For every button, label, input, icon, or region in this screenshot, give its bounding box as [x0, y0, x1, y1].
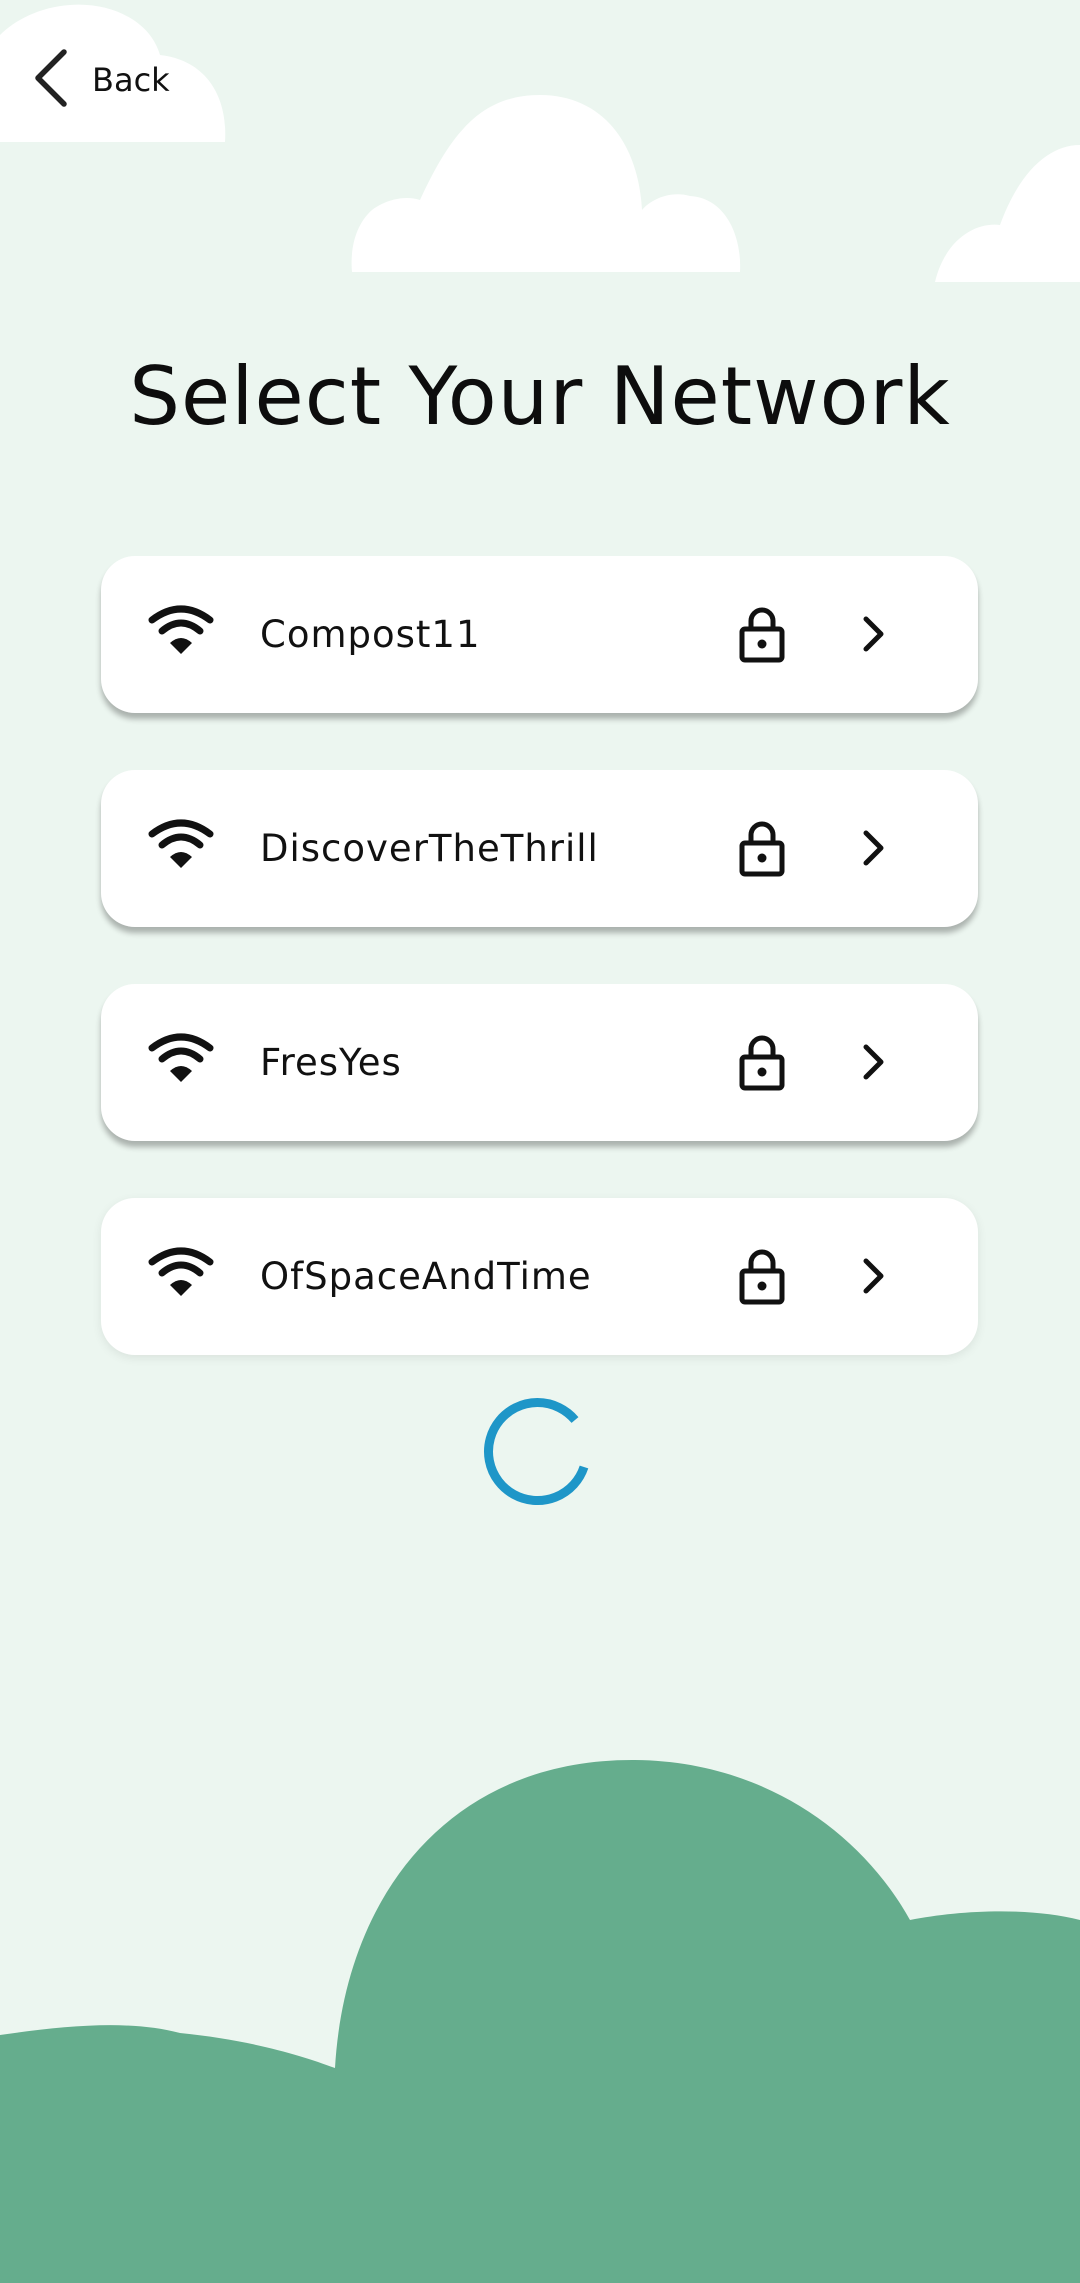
network-name: FresYes	[260, 1041, 402, 1084]
lock-icon	[738, 1246, 786, 1310]
network-list: Compost11 DiscoverTheThrill FresYes OfSp…	[101, 556, 978, 1412]
chevron-right-icon	[861, 615, 887, 657]
wifi-icon	[148, 1032, 214, 1088]
network-item[interactable]: FresYes	[101, 984, 978, 1141]
lock-icon	[738, 604, 786, 668]
page-title: Select Your Network	[129, 350, 951, 443]
wifi-icon	[148, 604, 214, 660]
network-name: OfSpaceAndTime	[260, 1255, 592, 1298]
back-label: Back	[92, 61, 170, 99]
hills	[0, 1760, 1080, 2283]
chevron-right-icon	[861, 1257, 887, 1299]
network-item[interactable]: Compost11	[101, 556, 978, 713]
chevron-right-icon	[861, 1043, 887, 1085]
wifi-icon	[148, 818, 214, 874]
chevron-left-icon	[30, 48, 70, 112]
network-name: Compost11	[260, 613, 481, 656]
chevron-right-icon	[861, 829, 887, 871]
lock-icon	[738, 818, 786, 882]
network-name: DiscoverTheThrill	[260, 827, 599, 870]
network-item[interactable]: DiscoverTheThrill	[101, 770, 978, 927]
back-button[interactable]: Back	[30, 40, 170, 120]
wifi-icon	[148, 1246, 214, 1302]
loading-spinner-icon	[480, 1390, 600, 1514]
lock-icon	[738, 1032, 786, 1096]
network-item[interactable]: OfSpaceAndTime	[101, 1198, 978, 1355]
